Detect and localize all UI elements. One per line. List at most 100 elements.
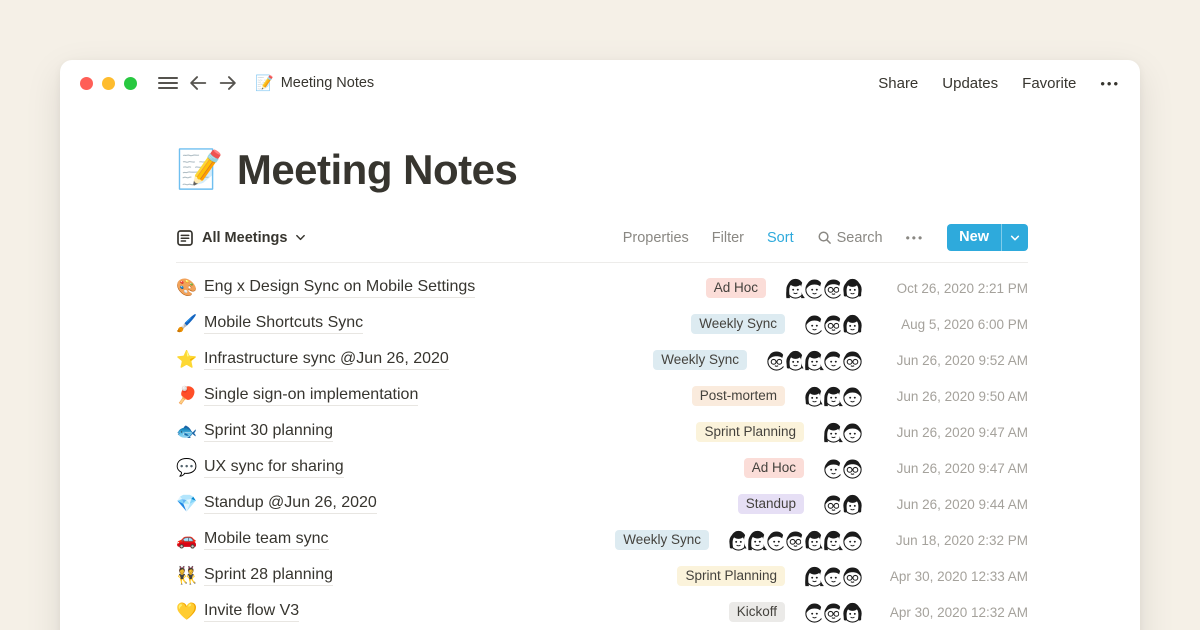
row-meta: Sprint Planning Jun 26, 2020 9:47 AM [696,421,1028,444]
new-button-chevron-icon[interactable] [1002,224,1028,251]
traffic-lights [80,77,137,90]
attendee-avatars [822,421,864,444]
table-row[interactable]: 🚗 Mobile team sync Weekly Sync Jun 18, 2… [176,522,1028,558]
forward-arrow-icon[interactable] [215,70,241,96]
back-arrow-icon[interactable] [185,70,211,96]
new-button[interactable]: New [947,224,1028,251]
avatar [841,565,864,588]
row-emoji-icon: 💎 [176,494,204,514]
created-timestamp: Jun 26, 2020 9:47 AM [878,425,1028,440]
avatar [841,313,864,336]
meeting-type-tag: Sprint Planning [696,422,804,442]
meeting-title-link[interactable]: Sprint 30 planning [204,422,333,442]
zoom-window-button[interactable] [124,77,137,90]
view-switcher[interactable]: All Meetings [176,229,306,247]
row-emoji-icon: 💛 [176,602,204,622]
row-emoji-icon: 🖌️ [176,314,204,334]
minimize-window-button[interactable] [102,77,115,90]
properties-button[interactable]: Properties [623,230,689,246]
row-meta: Weekly Sync Aug 5, 2020 6:00 PM [691,313,1028,336]
created-timestamp: Apr 30, 2020 12:32 AM [878,605,1028,620]
row-meta: Ad Hoc Jun 26, 2020 9:47 AM [744,457,1028,480]
table-row[interactable]: 💬 UX sync for sharing Ad Hoc Jun 26, 202… [176,450,1028,486]
database-toolbar: All Meetings Properties Filter Sort Sear… [176,224,1028,263]
attendee-avatars [822,457,864,480]
meeting-title-link[interactable]: Single sign-on implementation [204,386,418,406]
chevron-down-icon [295,232,306,243]
attendee-avatars [784,277,864,300]
meeting-title-link[interactable]: UX sync for sharing [204,458,344,478]
page-title-text[interactable]: Meeting Notes [237,146,518,194]
toolbar-more-icon[interactable]: ••• [906,231,925,245]
created-timestamp: Oct 26, 2020 2:21 PM [878,281,1028,296]
created-timestamp: Jun 18, 2020 2:32 PM [878,533,1028,548]
created-timestamp: Apr 30, 2020 12:33 AM [878,569,1028,584]
meeting-title-link[interactable]: Mobile team sync [204,530,329,550]
document-emoji-icon: 📝 [255,74,274,92]
row-emoji-icon: 🚗 [176,530,204,550]
created-timestamp: Jun 26, 2020 9:52 AM [878,353,1028,368]
close-window-button[interactable] [80,77,93,90]
table-row[interactable]: ⭐ Infrastructure sync @Jun 26, 2020 Week… [176,342,1028,378]
row-emoji-icon: 💬 [176,458,204,478]
meeting-title-link[interactable]: Mobile Shortcuts Sync [204,314,363,334]
page-content: 📝 Meeting Notes All Meetings Properties … [60,146,1140,630]
filter-button[interactable]: Filter [712,230,744,246]
row-meta: Post-mortem Jun 26, 2020 9:50 AM [692,385,1028,408]
meeting-type-tag: Sprint Planning [677,566,785,586]
row-emoji-icon: 🐟 [176,422,204,442]
row-emoji-icon: 👯 [176,566,204,586]
list-view-icon [176,229,194,247]
meeting-type-tag: Standup [738,494,804,514]
meeting-title-link[interactable]: Infrastructure sync @Jun 26, 2020 [204,350,449,370]
avatar [841,385,864,408]
meeting-title-link[interactable]: Standup @Jun 26, 2020 [204,494,377,514]
search-label: Search [837,230,883,246]
avatar [841,349,864,372]
row-meta: Standup Jun 26, 2020 9:44 AM [738,493,1028,516]
avatar [841,529,864,552]
breadcrumb-document-title[interactable]: Meeting Notes [281,75,375,91]
table-row[interactable]: 🖌️ Mobile Shortcuts Sync Weekly Sync Aug… [176,306,1028,342]
attendee-avatars [803,565,864,588]
updates-button[interactable]: Updates [942,75,998,92]
row-emoji-icon: 🎨 [176,278,204,298]
table-row[interactable]: 🏓 Single sign-on implementation Post-mor… [176,378,1028,414]
window-titlebar: 📝 Meeting Notes Share Updates Favorite •… [60,60,1140,106]
meeting-type-tag: Ad Hoc [744,458,804,478]
row-emoji-icon: ⭐ [176,350,204,370]
meeting-type-tag: Ad Hoc [706,278,766,298]
table-row[interactable]: 👯 Sprint 28 planning Sprint Planning Apr… [176,558,1028,594]
table-row[interactable]: 💛 Invite flow V3 Kickoff Apr 30, 2020 12… [176,594,1028,630]
share-button[interactable]: Share [878,75,918,92]
attendee-avatars [727,529,864,552]
attendee-avatars [803,313,864,336]
table-row[interactable]: 🐟 Sprint 30 planning Sprint Planning Jun… [176,414,1028,450]
attendee-avatars [803,601,864,624]
row-meta: Weekly Sync Jun 18, 2020 2:32 PM [615,529,1028,552]
hamburger-menu-icon[interactable] [155,70,181,96]
row-meta: Ad Hoc Oct 26, 2020 2:21 PM [706,277,1028,300]
meetings-list: 🎨 Eng x Design Sync on Mobile Settings A… [176,270,1028,630]
page-title: 📝 Meeting Notes [176,146,1028,194]
page-emoji-icon[interactable]: 📝 [176,148,223,192]
favorite-button[interactable]: Favorite [1022,75,1076,92]
meeting-title-link[interactable]: Eng x Design Sync on Mobile Settings [204,278,475,298]
more-options-icon[interactable]: ••• [1100,76,1120,91]
attendee-avatars [803,385,864,408]
new-button-label[interactable]: New [947,224,1001,251]
avatar [841,277,864,300]
search-button[interactable]: Search [817,230,883,246]
created-timestamp: Jun 26, 2020 9:47 AM [878,461,1028,476]
avatar [841,601,864,624]
table-row[interactable]: 💎 Standup @Jun 26, 2020 Standup Jun 26, … [176,486,1028,522]
meeting-type-tag: Weekly Sync [691,314,785,334]
avatar [841,457,864,480]
meeting-title-link[interactable]: Invite flow V3 [204,602,299,622]
row-emoji-icon: 🏓 [176,386,204,406]
table-row[interactable]: 🎨 Eng x Design Sync on Mobile Settings A… [176,270,1028,306]
avatar [841,493,864,516]
avatar [841,421,864,444]
sort-button[interactable]: Sort [767,230,794,246]
meeting-title-link[interactable]: Sprint 28 planning [204,566,333,586]
